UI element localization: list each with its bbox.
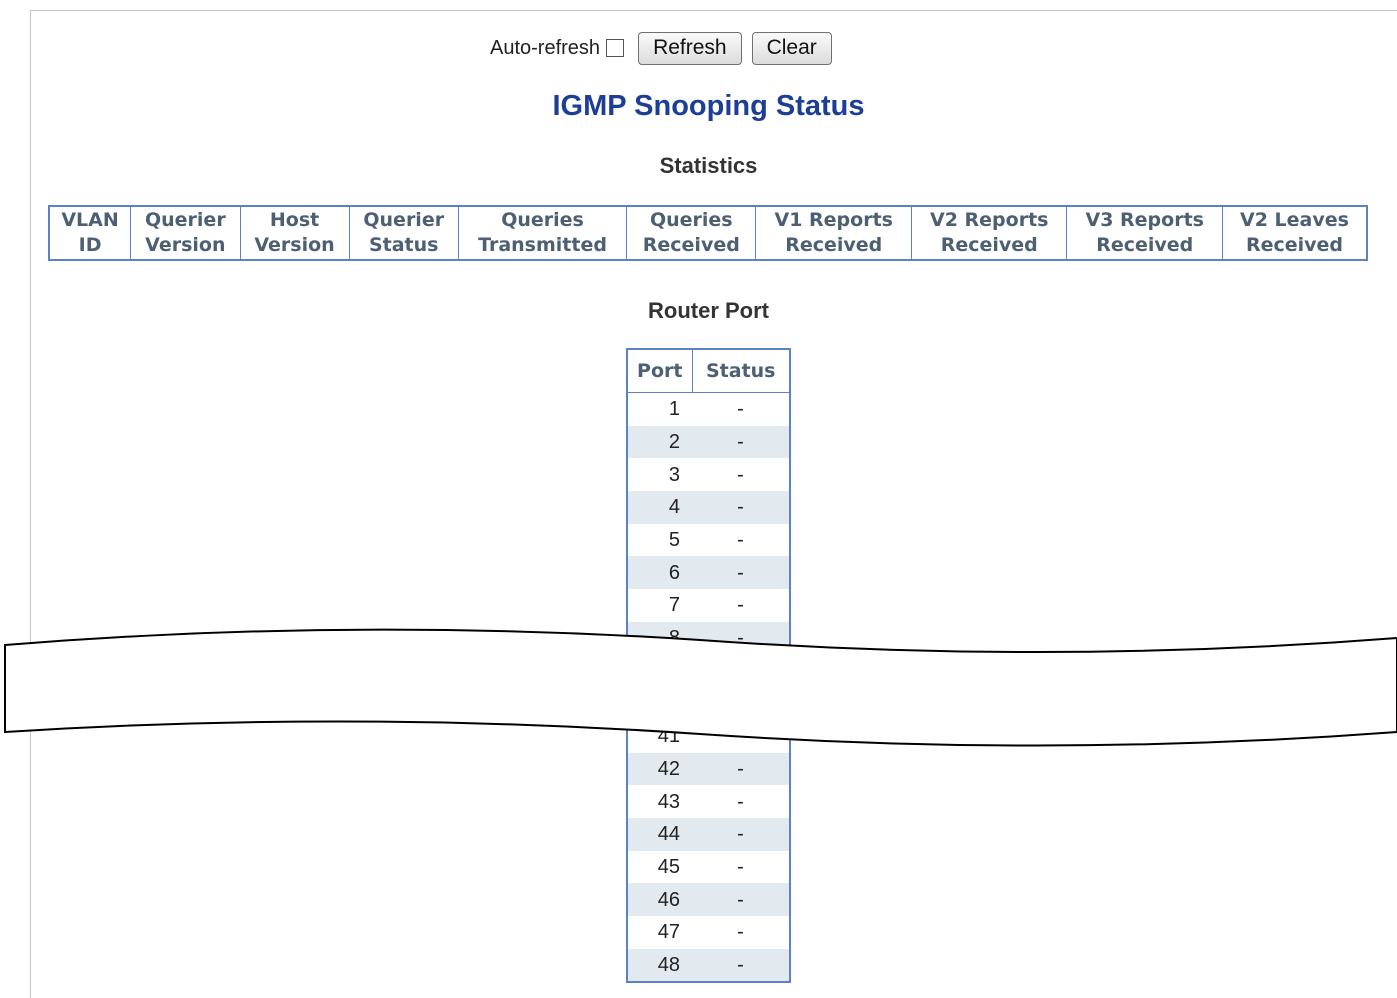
page-break-marker <box>4 628 1397 747</box>
